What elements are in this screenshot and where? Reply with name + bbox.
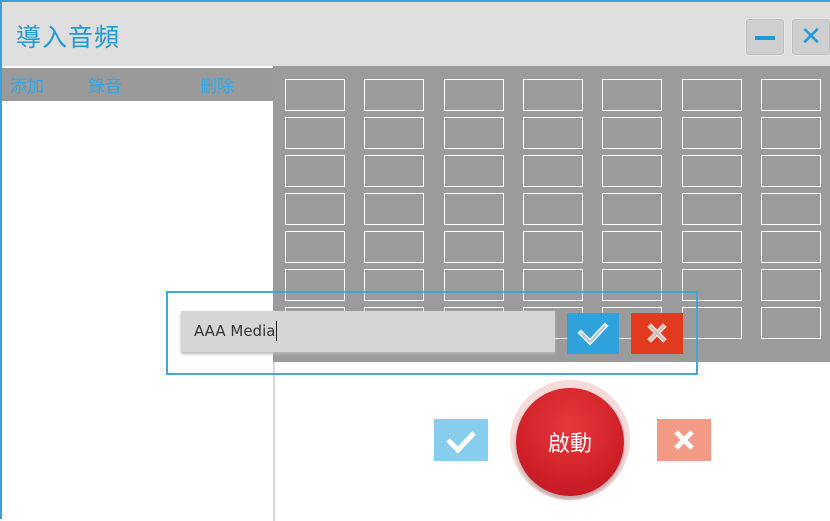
checkmark-icon [577,322,609,346]
sound-pad-cell[interactable] [364,155,425,187]
window-title: 導入音頻 [16,23,121,52]
sound-pad-cell[interactable] [285,231,345,263]
sound-pad-cell[interactable] [522,79,583,111]
sound-pad-cell[interactable] [285,193,345,225]
sound-pad-cell[interactable] [602,79,663,111]
delete-button[interactable]: 刪除 [200,79,234,96]
cancel-button[interactable] [657,419,711,461]
sound-pad-cell[interactable] [602,117,663,149]
sound-pad-cell[interactable] [522,117,583,149]
sound-pad-cell[interactable] [364,231,425,263]
close-icon: ✕ [800,22,822,52]
title-bar: 導入音頻 ✕ [2,2,830,66]
sound-pad-cell[interactable] [602,193,663,225]
add-button[interactable]: 添加 [10,79,44,96]
close-window-button[interactable]: ✕ [791,18,830,56]
sound-pad-cell[interactable] [760,231,821,263]
sound-pad-cell[interactable] [285,117,345,149]
confirm-name-button[interactable] [567,313,619,354]
sound-pad-cell[interactable] [760,269,821,301]
sound-pad-cell[interactable] [443,231,504,263]
name-input-value: AAA Media [194,322,276,340]
sound-pad-cell[interactable] [285,155,345,187]
sound-pad-cell[interactable] [602,231,663,263]
sound-pad-cell[interactable] [364,193,425,225]
sound-pad-cell[interactable] [285,79,345,111]
sound-pad-cell[interactable] [681,155,742,187]
minimize-button[interactable] [745,18,785,56]
confirm-button[interactable] [434,419,488,461]
audio-list-toolbar: 添加 錄音 刪除 [2,68,273,101]
start-button[interactable]: 啟動 [516,388,624,496]
sound-pad-cell[interactable] [760,117,821,149]
close-icon [647,323,667,343]
close-icon [674,430,694,450]
sound-pad-cell[interactable] [443,193,504,225]
sound-pad-cell[interactable] [681,231,742,263]
record-button[interactable]: 錄音 [88,79,122,96]
sound-pad-cell[interactable] [760,193,821,225]
sound-pad-cell[interactable] [522,193,583,225]
sound-pad-cell[interactable] [681,117,742,149]
sound-pad-cell[interactable] [443,155,504,187]
text-caret [276,320,278,341]
sound-pad-cell[interactable] [681,79,742,111]
minimize-icon [755,36,775,40]
cancel-name-button[interactable] [631,313,683,354]
checkmark-icon [446,431,476,454]
sound-pad-cell[interactable] [522,155,583,187]
sound-pad-cell[interactable] [602,155,663,187]
sound-pad-cell[interactable] [760,155,821,187]
sound-pad-cell[interactable] [443,79,504,111]
sound-pad-cell[interactable] [522,231,583,263]
sound-pad-cell[interactable] [681,193,742,225]
sound-pad-cell[interactable] [760,307,821,339]
name-input[interactable]: AAA Media [181,311,555,352]
sound-pad-cell[interactable] [364,117,425,149]
sound-pad-cell[interactable] [443,117,504,149]
sound-pad-cell[interactable] [364,79,425,111]
sound-pad-cell[interactable] [760,79,821,111]
